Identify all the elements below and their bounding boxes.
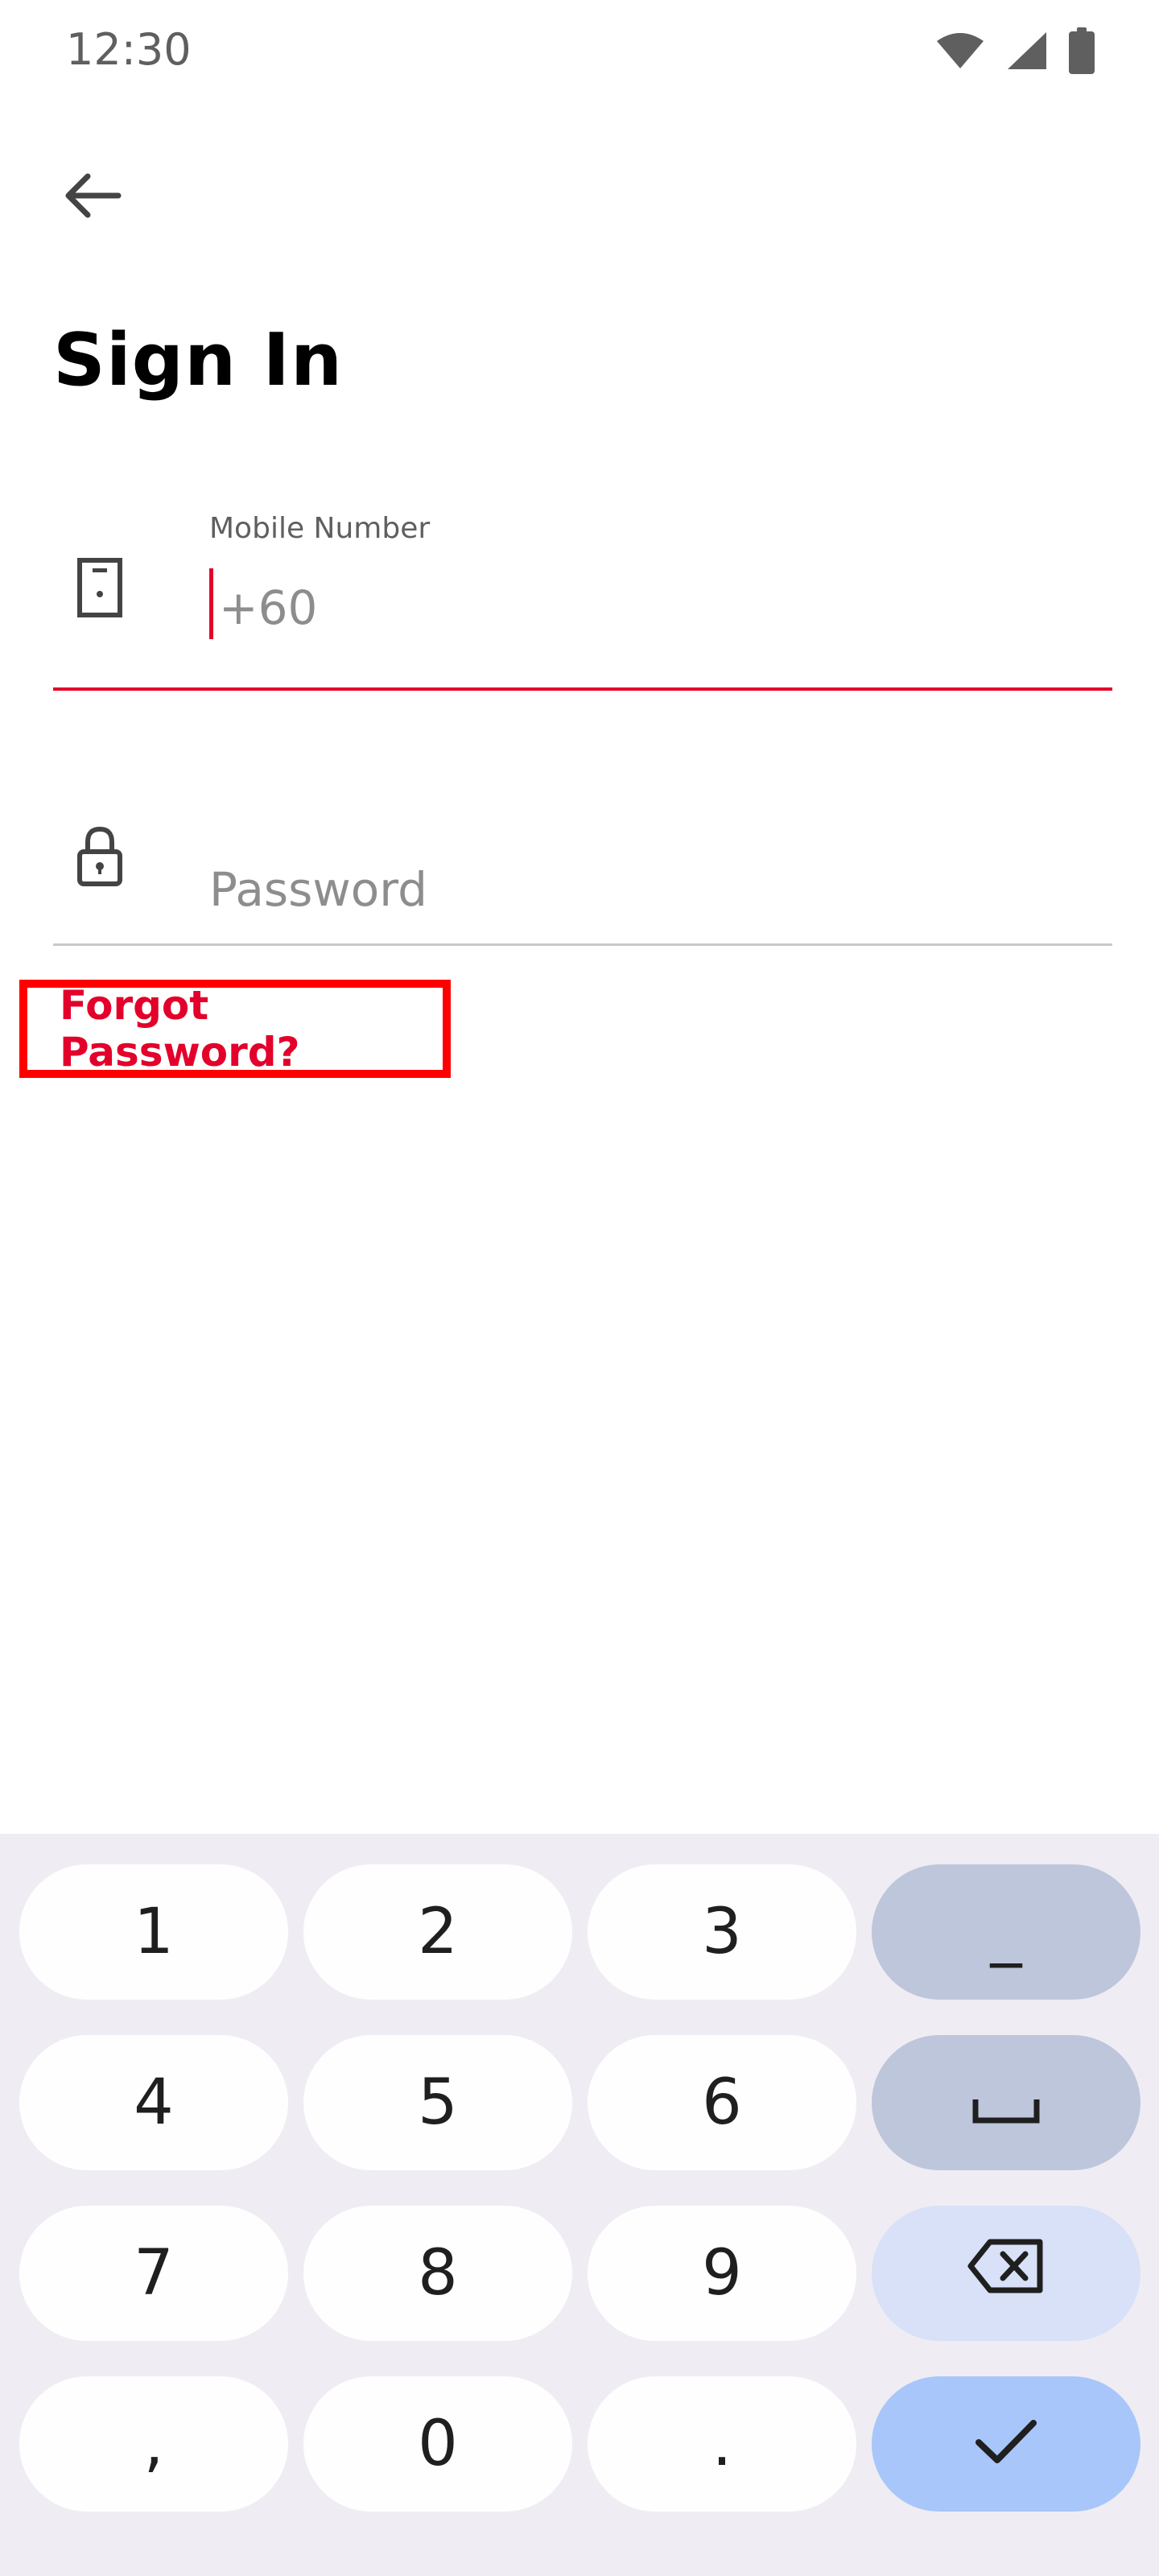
key-period[interactable]: . xyxy=(588,2376,856,2512)
mobile-number-field: Mobile Number xyxy=(53,499,1112,692)
status-time: 12:30 xyxy=(66,24,192,75)
key-0[interactable]: 0 xyxy=(303,2376,572,2512)
arrow-left-icon xyxy=(64,173,122,221)
key-comma[interactable]: , xyxy=(19,2376,288,2512)
checkmark-icon xyxy=(975,2408,1037,2480)
mobile-number-underline xyxy=(53,687,1112,691)
mobile-number-input[interactable] xyxy=(209,572,1088,644)
key-6[interactable]: 6 xyxy=(588,2035,856,2170)
key-7[interactable]: 7 xyxy=(19,2206,288,2341)
back-button[interactable] xyxy=(48,153,137,242)
key-5[interactable]: 5 xyxy=(303,2035,572,2170)
mobile-number-label: Mobile Number xyxy=(209,512,431,545)
password-underline xyxy=(53,943,1112,946)
key-underscore[interactable]: _ xyxy=(872,1864,1140,2000)
lock-icon xyxy=(68,824,132,889)
key-1[interactable]: 1 xyxy=(19,1864,288,2000)
key-done[interactable] xyxy=(872,2376,1140,2512)
password-input[interactable] xyxy=(209,853,1079,926)
backspace-icon xyxy=(967,2237,1045,2310)
signal-icon xyxy=(1006,31,1048,74)
key-backspace[interactable] xyxy=(872,2206,1140,2341)
status-icons xyxy=(935,27,1095,77)
battery-icon xyxy=(1069,27,1095,77)
key-2[interactable]: 2 xyxy=(303,1864,572,2000)
wifi-icon xyxy=(935,31,985,73)
numeric-keyboard: 1 2 3 _ 4 5 6 7 8 9 , 0 . xyxy=(0,1834,1159,2576)
key-4[interactable]: 4 xyxy=(19,2035,288,2170)
key-3[interactable]: 3 xyxy=(588,1864,856,2000)
page-title: Sign In xyxy=(53,318,344,402)
status-bar: 12:30 xyxy=(0,0,1159,105)
space-icon xyxy=(972,2066,1040,2139)
key-8[interactable]: 8 xyxy=(303,2206,572,2341)
sign-in-screen: 12:30 Sign In Mobile Number +60 Forgot P… xyxy=(0,0,1159,2576)
phone-icon xyxy=(68,555,132,620)
password-field xyxy=(53,773,1112,950)
key-9[interactable]: 9 xyxy=(588,2206,856,2341)
text-caret xyxy=(209,568,213,639)
forgot-password-link[interactable]: Forgot Password? xyxy=(19,980,451,1078)
key-space[interactable] xyxy=(872,2035,1140,2170)
